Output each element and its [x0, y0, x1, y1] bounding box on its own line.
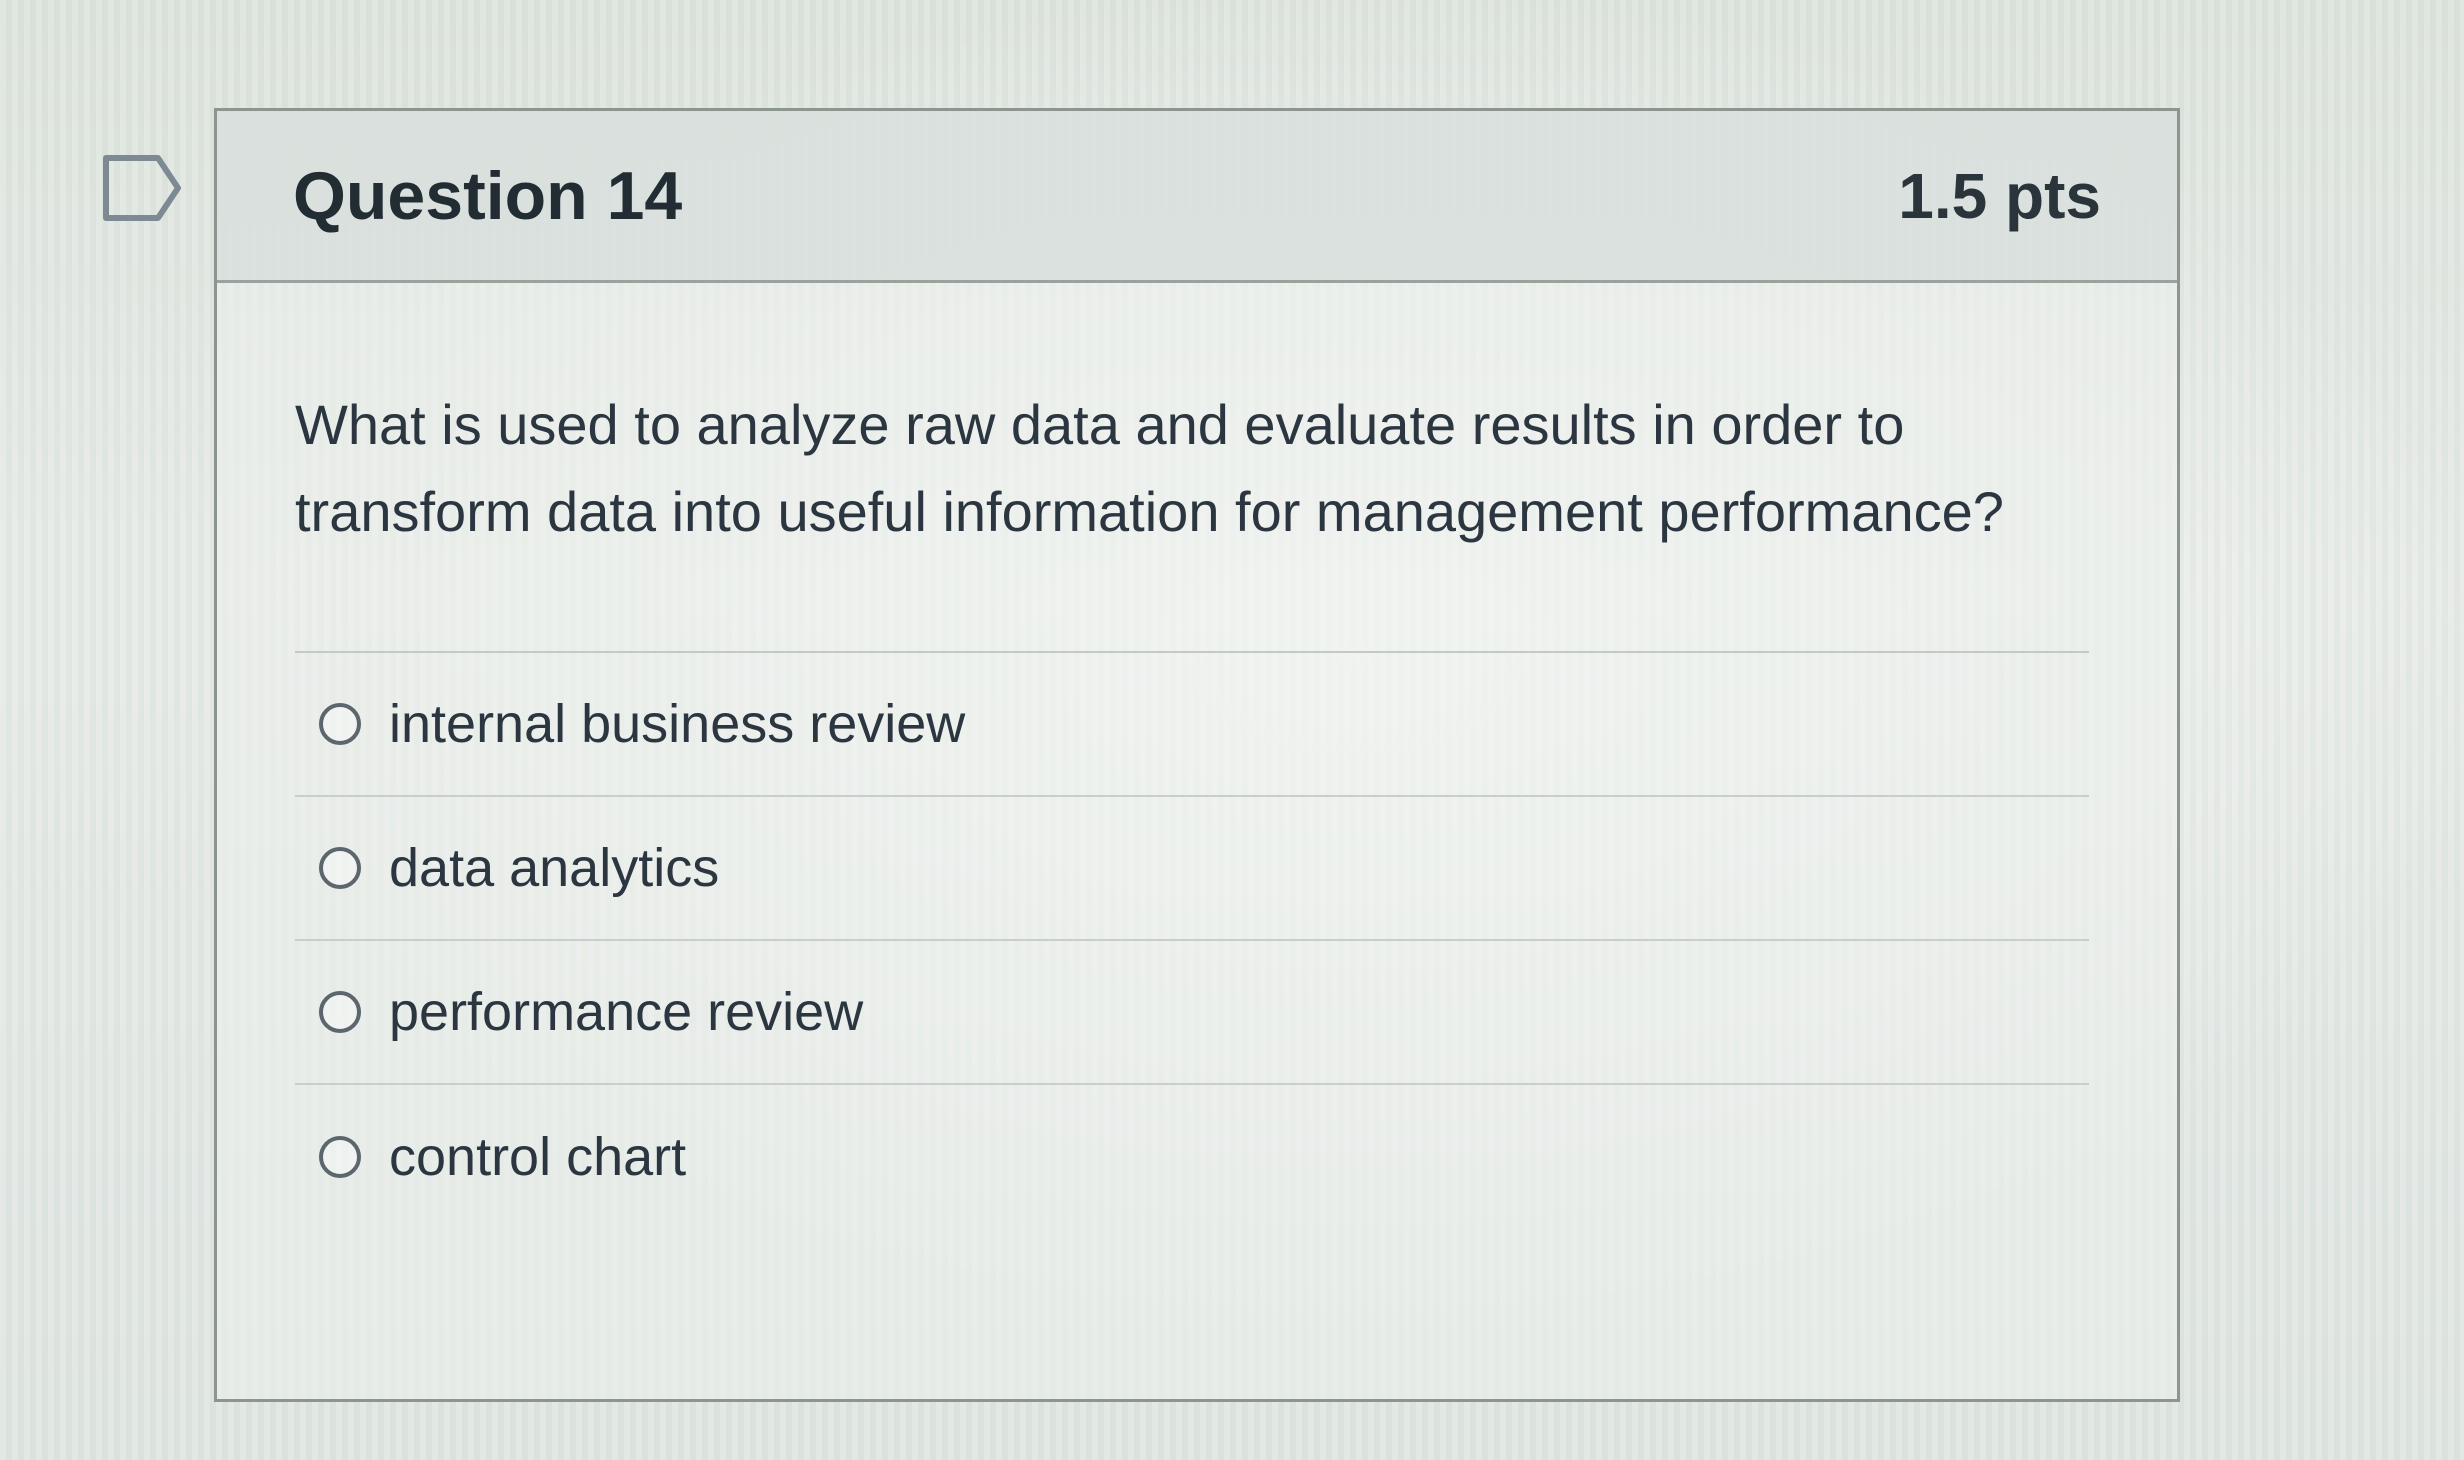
answer-label[interactable]: data analytics — [389, 837, 719, 899]
question-points: 1.5 pts — [1898, 159, 2101, 232]
question-title: Question 14 — [293, 157, 683, 234]
question-text: What is used to analyze raw data and eva… — [295, 393, 2004, 543]
radio-button[interactable] — [319, 1136, 361, 1178]
radio-button[interactable] — [319, 991, 361, 1033]
question-card: Question 14 1.5 pts What is used to anal… — [214, 108, 2180, 1402]
flag-question-icon[interactable] — [100, 152, 184, 224]
question-header: Question 14 1.5 pts — [217, 111, 2177, 283]
answer-list: internal business review data analytics … — [295, 651, 2089, 1229]
radio-button[interactable] — [319, 847, 361, 889]
answer-label[interactable]: performance review — [389, 981, 863, 1043]
answer-option[interactable]: control chart — [295, 1085, 2089, 1229]
answer-label[interactable]: control chart — [389, 1126, 686, 1188]
answer-option[interactable]: performance review — [295, 941, 2089, 1085]
question-body: What is used to analyze raw data and eva… — [217, 283, 2177, 1229]
answer-option[interactable]: data analytics — [295, 797, 2089, 941]
answer-option[interactable]: internal business review — [295, 653, 2089, 797]
bookmark-flag-icon — [103, 155, 181, 221]
answer-label[interactable]: internal business review — [389, 693, 965, 755]
radio-button[interactable] — [319, 703, 361, 745]
